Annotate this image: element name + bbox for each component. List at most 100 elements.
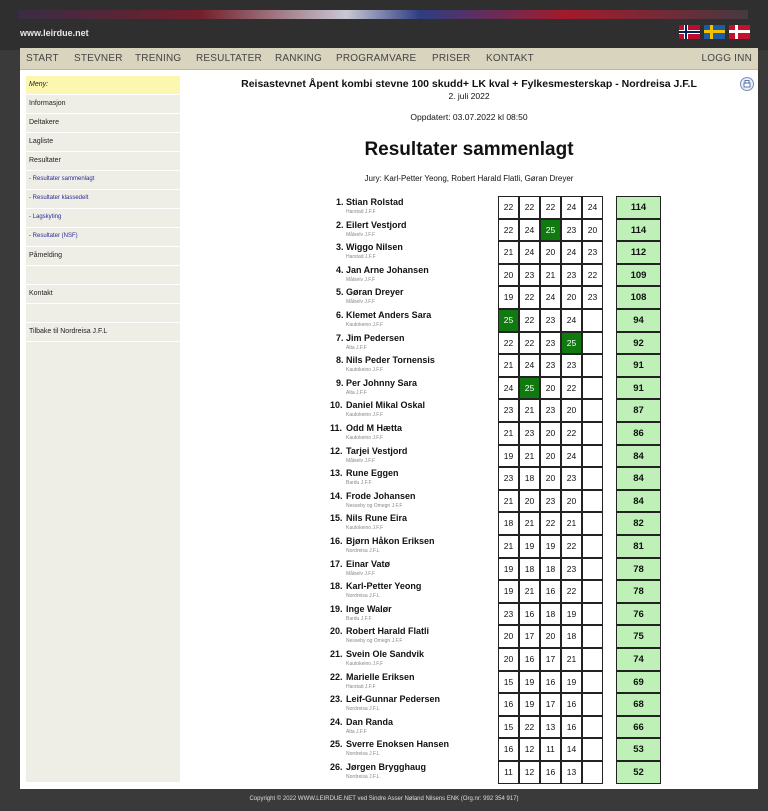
series-score: 11	[498, 761, 519, 784]
updated-timestamp: Oppdatert: 03.07.2022 kl 08:50	[410, 112, 528, 122]
row-rank: 17.	[330, 558, 343, 569]
sidebar-item[interactable]: - Lagskyting	[26, 209, 180, 228]
nav-start[interactable]: START	[26, 53, 59, 64]
sidebar-item[interactable]: Informasjon	[26, 95, 180, 114]
shooter-name: Odd M Hætta	[346, 423, 402, 433]
series-score: 22	[519, 286, 540, 309]
nav-stevner[interactable]: STEVNER	[74, 53, 123, 64]
series-score	[582, 331, 603, 355]
sidebar-item[interactable]: - Resultater klassedelt	[26, 190, 180, 209]
shooter-club: Nordreisa J.F.L	[346, 593, 380, 600]
table-row: 19. Inge Walør Bardu J.F.F 23 16 18 19 76	[180, 602, 758, 626]
print-icon[interactable]	[740, 77, 754, 91]
series-score: 21	[498, 535, 519, 558]
nav-priser[interactable]: PRISER	[432, 53, 470, 64]
sidebar-item[interactable]: Tilbake til Nordreisa J.F.L	[26, 323, 180, 342]
shooter-club: Nesseby og Omegn J.F.F	[346, 638, 403, 645]
nav-programvare[interactable]: PROGRAMVARE	[336, 53, 416, 64]
series-score: 14	[561, 738, 582, 761]
row-rank: 7.	[336, 332, 344, 343]
sidebar-item[interactable]: Påmelding	[26, 247, 180, 266]
shooter-name: Per Johnny Sara	[346, 377, 418, 388]
total-score: 81	[616, 535, 661, 558]
series-score	[582, 580, 603, 603]
shooter-club: Nordreisa J.F.L	[346, 548, 380, 554]
sidebar-item[interactable]: Resultater	[26, 152, 180, 171]
row-rank: 11.	[330, 423, 343, 433]
sidebar-item[interactable]: Kontakt	[26, 285, 180, 304]
series-score: 18	[540, 602, 561, 626]
series-score: 20	[561, 489, 582, 513]
series-score	[582, 761, 603, 784]
row-rank: 24.	[330, 716, 343, 727]
row-rank: 26.	[330, 762, 343, 772]
series-score	[582, 422, 603, 445]
shooter-club: Kautokeino J.F.F	[346, 322, 384, 328]
series-score: 25	[540, 218, 561, 242]
shooter-club: Alta J.F.F	[346, 389, 367, 396]
shooter-name: Frode Johansen	[346, 490, 416, 501]
total-score: 87	[616, 399, 661, 422]
total-score: 84	[616, 489, 661, 513]
series-score: 24	[561, 241, 582, 264]
series-score: 16	[498, 693, 519, 716]
sweden-flag-icon[interactable]	[704, 25, 725, 39]
content-area: Meny: Informasjon Deltakere Lagliste Resulta…	[20, 70, 758, 789]
shooter-name: Jim Pedersen	[346, 332, 405, 343]
series-score: 24	[519, 218, 540, 242]
total-score: 94	[616, 309, 661, 332]
series-score: 17	[540, 693, 561, 716]
table-row: 23. Leif-Gunnar Pedersen Nordreisa J.F.L 16…	[180, 693, 758, 716]
nav-ranking[interactable]: RANKING	[275, 53, 322, 64]
main-nav: START STEVNER TRENING RESULTATER RANKING…	[20, 48, 758, 70]
series-score: 21	[519, 580, 540, 603]
shooter-name: Tarjei Vestjord	[346, 445, 408, 456]
series-score	[582, 670, 603, 694]
row-rank: 16.	[330, 536, 343, 546]
table-row: 2. Eilert Vestjord Målselv J.F.F 22 24 25 23 20…	[180, 218, 758, 242]
nav-resultater[interactable]: RESULTATER	[196, 53, 262, 64]
series-score: 24	[519, 241, 540, 264]
shooter-name: Wiggo Nilsen	[346, 242, 403, 253]
total-score: 76	[616, 602, 661, 626]
login-link[interactable]: LOGG INN	[702, 53, 753, 64]
norway-flag-icon[interactable]	[679, 25, 700, 39]
series-score: 16	[519, 602, 540, 626]
sidebar-item[interactable]: - Resultater (NSF)	[26, 228, 180, 247]
shooter-club: Nordreisa J.F.L	[346, 751, 380, 758]
shooter-club: Harstad J.F.F	[346, 683, 376, 690]
site-url[interactable]: www.leirdue.net	[20, 28, 89, 38]
shooter-club: Målselv J.F.F	[346, 570, 376, 577]
nav-trening[interactable]: TRENING	[135, 53, 181, 64]
series-score: 22	[561, 376, 582, 400]
total-score: 112	[616, 241, 661, 264]
series-score	[582, 467, 603, 490]
sidebar-item[interactable]: Lagliste	[26, 133, 180, 152]
table-row: 12. Tarjei Vestjord Målselv J.F.F 19 21 20 24 8…	[180, 444, 758, 468]
series-score: 22	[519, 196, 540, 219]
table-row: 22. Marielle Eriksen Harstad J.F.F 15 19 16 19…	[180, 670, 758, 694]
series-score	[582, 489, 603, 513]
series-score: 22	[498, 196, 519, 219]
total-score: 52	[616, 761, 661, 784]
series-score	[582, 376, 603, 400]
series-score	[582, 309, 603, 332]
shooter-name: Gøran Dreyer	[346, 287, 404, 298]
sidebar-item[interactable]: Deltakere	[26, 114, 180, 133]
table-row: 26. Jørgen Brygghaug Nordreisa J.F.L 11 12 16…	[180, 761, 758, 784]
sidebar-item[interactable]: - Resultater sammenlagt	[26, 171, 180, 190]
table-row: 8. Nils Peder Tornensis Kautokeino J.F.F 21…	[180, 354, 758, 377]
series-score: 21	[498, 422, 519, 445]
series-score: 23	[498, 467, 519, 490]
row-rank: 5.	[336, 287, 344, 298]
row-rank: 1.	[336, 197, 344, 207]
series-score: 22	[561, 535, 582, 558]
series-score: 17	[519, 625, 540, 648]
total-score: 114	[616, 196, 661, 219]
total-score: 74	[616, 648, 661, 671]
nav-kontakt[interactable]: KONTAKT	[486, 53, 534, 64]
series-score: 20	[498, 648, 519, 671]
denmark-flag-icon[interactable]	[729, 25, 750, 39]
series-score	[582, 535, 603, 558]
series-score: 20	[540, 241, 561, 264]
